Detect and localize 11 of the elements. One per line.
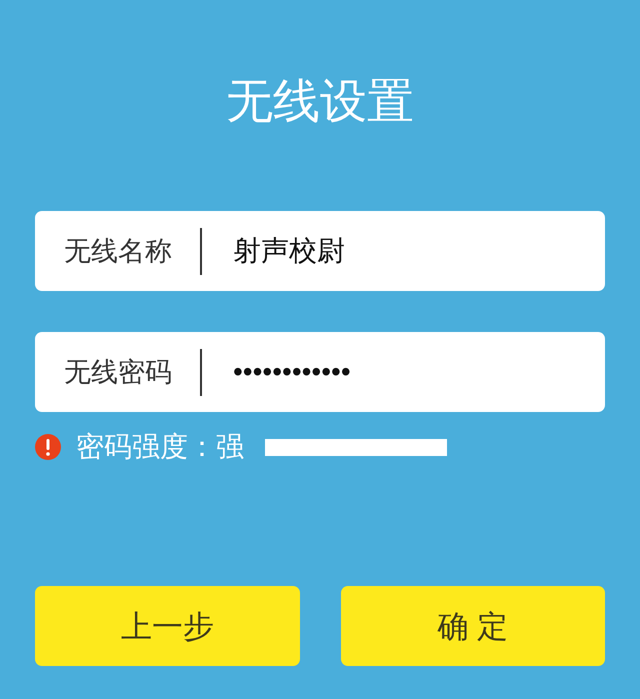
warning-icon bbox=[35, 434, 61, 460]
action-button[interactable]: 上一步 bbox=[35, 586, 300, 666]
field-value: •••••••••••• bbox=[233, 358, 351, 386]
field-label: 无线密码 bbox=[64, 358, 172, 386]
page-title: 无线设置 bbox=[226, 77, 414, 124]
field-label: 无线名称 bbox=[64, 238, 172, 264]
action-button[interactable]: 确 定 bbox=[340, 586, 605, 666]
text-field[interactable]: 无线密码 •••••••••••• bbox=[35, 332, 605, 412]
strength-label: 密码强度：强 bbox=[76, 433, 244, 461]
text-field[interactable]: 无线名称 射声校尉 bbox=[35, 211, 605, 291]
field-value: 射声校尉 bbox=[233, 237, 345, 265]
